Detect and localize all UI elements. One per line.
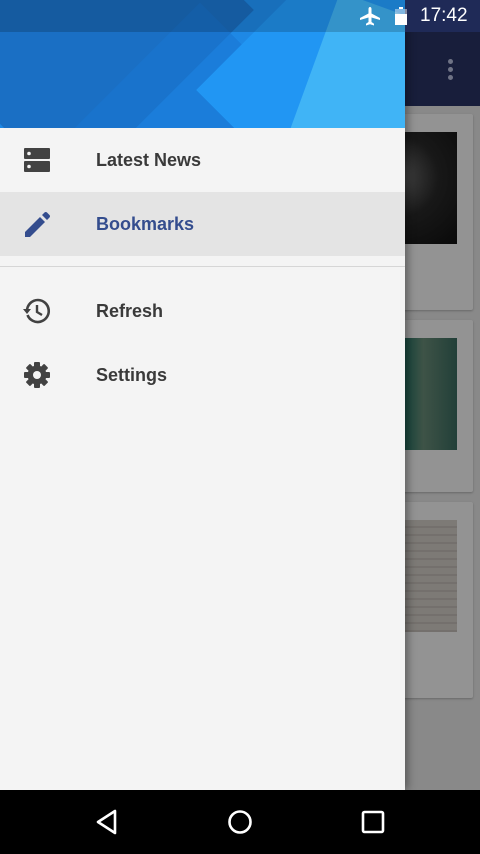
system-navigation-bar [0, 790, 480, 854]
recents-icon[interactable] [358, 807, 388, 837]
gear-icon [24, 362, 50, 388]
status-bar: 17:42 [0, 0, 480, 32]
back-icon[interactable] [93, 807, 123, 837]
drawer-divider [0, 266, 405, 267]
battery-icon [395, 7, 407, 25]
drawer-item-settings[interactable]: Settings [0, 343, 405, 407]
airplane-icon [360, 7, 380, 26]
status-time: 17:42 [420, 5, 468, 26]
navigation-drawer: Latest News Bookmarks Refresh Settings [0, 0, 405, 790]
drawer-item-label: Bookmarks [96, 214, 195, 234]
home-icon[interactable] [225, 807, 255, 837]
history-icon [23, 298, 50, 324]
drawer-item-label: Settings [96, 365, 168, 385]
drawer-item-label: Refresh [96, 301, 164, 321]
drawer-item-latest-news[interactable]: Latest News [0, 128, 405, 192]
drawer-item-refresh[interactable]: Refresh [0, 279, 405, 343]
drawer-item-bookmarks[interactable]: Bookmarks [0, 192, 405, 256]
drawer-item-label: Latest News [96, 150, 202, 170]
news-icon [24, 148, 50, 172]
pencil-icon [25, 211, 51, 237]
